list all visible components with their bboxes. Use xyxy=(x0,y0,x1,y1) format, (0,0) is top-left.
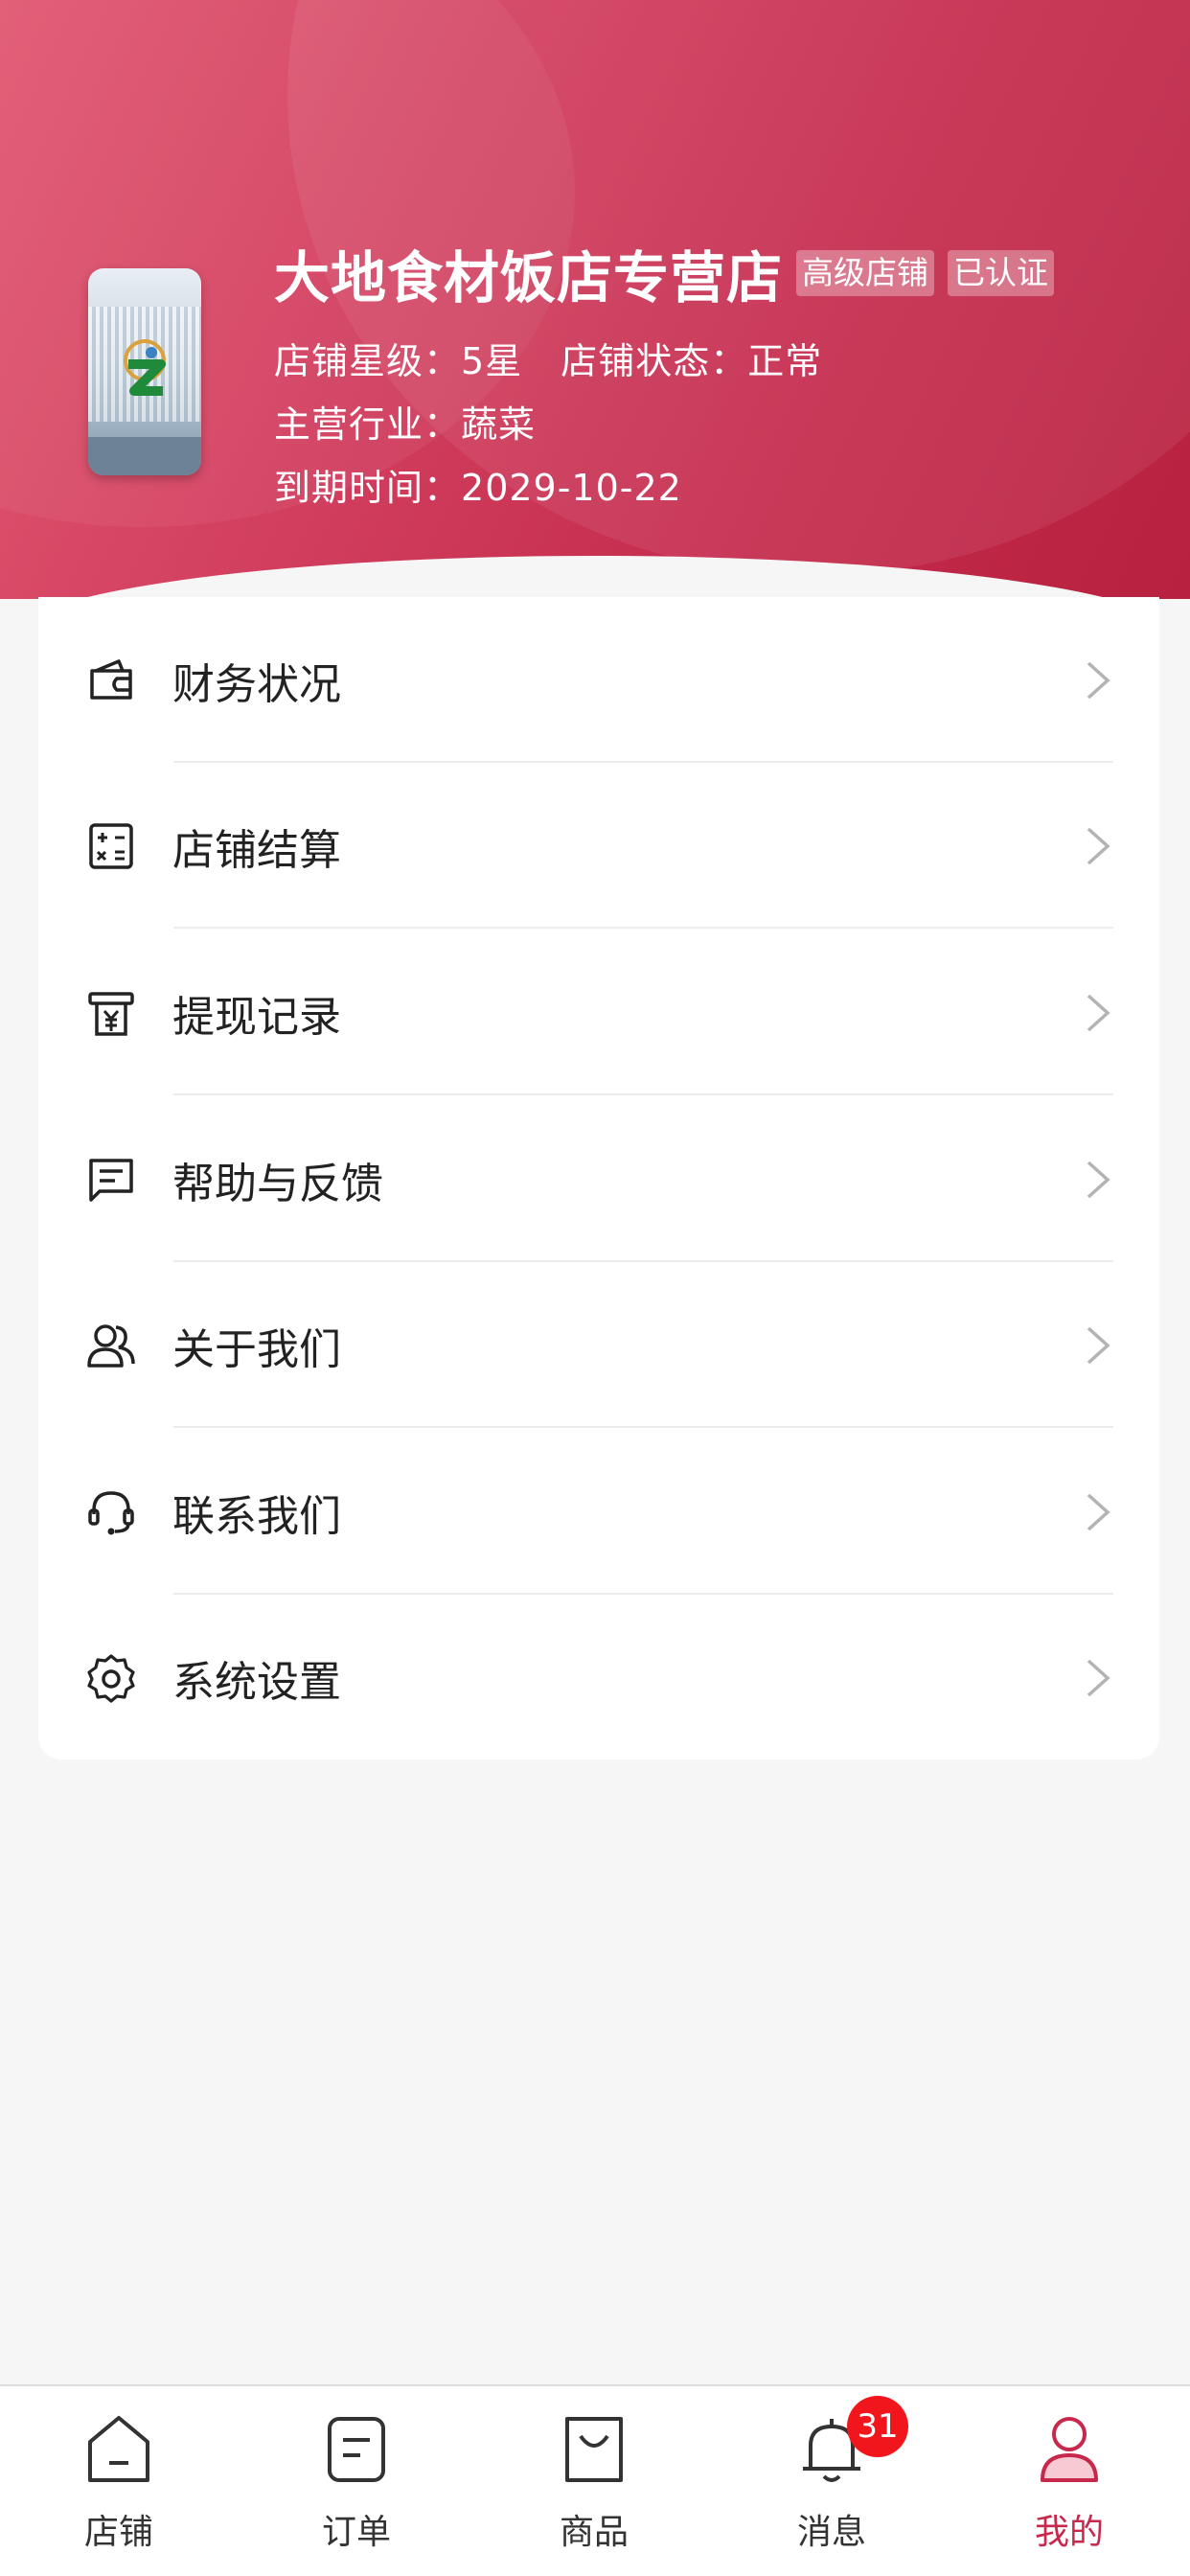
wallet-icon xyxy=(90,659,132,700)
gear-icon xyxy=(87,1654,135,1703)
tab-products[interactable]: 商品 xyxy=(475,2386,713,2576)
rating-value: 5星 xyxy=(461,340,523,382)
menu-item-help-feedback[interactable]: 帮助与反馈 xyxy=(38,1096,1159,1262)
menu-item-label: 关于我们 xyxy=(172,1325,341,1374)
menu-item-settlement[interactable]: 店铺结算 xyxy=(38,763,1159,929)
rating-label: 店铺星级： xyxy=(274,340,462,382)
expiry-label: 到期时间： xyxy=(274,467,462,509)
menu-item-label: 系统设置 xyxy=(172,1658,341,1707)
menu-item-label: 帮助与反馈 xyxy=(172,1160,383,1208)
tab-mine[interactable]: 我的 xyxy=(950,2386,1188,2576)
divider xyxy=(173,1426,1113,1428)
tab-label: 消息 xyxy=(796,2513,866,2552)
tab-orders[interactable]: 订单 xyxy=(238,2386,475,2576)
chevron-right-icon xyxy=(1087,1326,1110,1365)
menu-item-about-us[interactable]: 关于我们 xyxy=(38,1262,1159,1428)
divider xyxy=(173,1093,1113,1095)
order-list-icon xyxy=(328,2417,385,2482)
users-icon xyxy=(87,1324,135,1368)
store-logo[interactable] xyxy=(88,268,201,475)
calculator-icon xyxy=(89,823,133,869)
expiry-value: 2029-10-22 xyxy=(461,467,682,509)
tab-messages[interactable]: 31 消息 xyxy=(713,2386,950,2576)
chevron-right-icon xyxy=(1087,1659,1110,1697)
menu-item-contact-us[interactable]: 联系我们 xyxy=(38,1429,1159,1595)
menu-card: 财务状况 店铺结算 提现记录 帮助与反馈 关于我们 联系我们 系统设置 xyxy=(38,597,1159,1760)
store-title-row: 大地食材饭店专营店 高级店铺 已认证 xyxy=(274,235,1055,311)
store-home-icon xyxy=(88,2416,149,2482)
store-rating-status-line: 店铺星级：5星 店铺状态：正常 xyxy=(274,332,822,384)
menu-item-label: 店铺结算 xyxy=(172,826,341,875)
status-value: 正常 xyxy=(747,340,823,382)
feedback-message-icon xyxy=(89,1159,133,1202)
bottom-tab-bar: 店铺 订单 商品 31 消息 我的 xyxy=(0,2384,1190,2576)
tab-label: 我的 xyxy=(1034,2513,1104,2552)
menu-item-withdraw-records[interactable]: 提现记录 xyxy=(38,930,1159,1095)
verified-tag: 已认证 xyxy=(948,250,1055,296)
tab-label: 店铺 xyxy=(83,2513,153,2552)
industry-value: 蔬菜 xyxy=(461,403,537,446)
menu-item-label: 财务状况 xyxy=(172,660,341,709)
store-expiry-line: 到期时间：2029-10-22 xyxy=(274,458,682,511)
chevron-right-icon xyxy=(1087,827,1110,865)
tab-label: 商品 xyxy=(559,2513,629,2552)
divider xyxy=(173,927,1113,929)
store-logo-mark xyxy=(124,339,166,396)
menu-item-system-settings[interactable]: 系统设置 xyxy=(38,1595,1159,1760)
chevron-right-icon xyxy=(1087,1493,1110,1531)
store-industry-line: 主营行业：蔬菜 xyxy=(274,395,536,448)
withdraw-receipt-icon xyxy=(88,992,134,1036)
menu-item-finance[interactable]: 财务状况 xyxy=(38,597,1159,763)
chevron-right-icon xyxy=(1087,1161,1110,1199)
header-curve xyxy=(0,556,1190,599)
status-label: 店铺状态： xyxy=(561,340,748,382)
shopping-bag-icon xyxy=(565,2417,623,2482)
tab-label: 订单 xyxy=(321,2513,391,2552)
chevron-right-icon xyxy=(1087,661,1110,700)
store-name: 大地食材饭店专营店 xyxy=(274,245,784,310)
menu-item-label: 提现记录 xyxy=(172,993,341,1042)
chevron-right-icon xyxy=(1087,994,1110,1032)
unread-badge: 31 xyxy=(847,2396,908,2457)
user-icon xyxy=(1041,2417,1098,2482)
tab-store[interactable]: 店铺 xyxy=(0,2386,238,2576)
menu-item-label: 联系我们 xyxy=(172,1492,341,1541)
premium-store-tag: 高级店铺 xyxy=(796,250,935,296)
industry-label: 主营行业： xyxy=(274,403,462,446)
headset-icon xyxy=(88,1491,134,1535)
